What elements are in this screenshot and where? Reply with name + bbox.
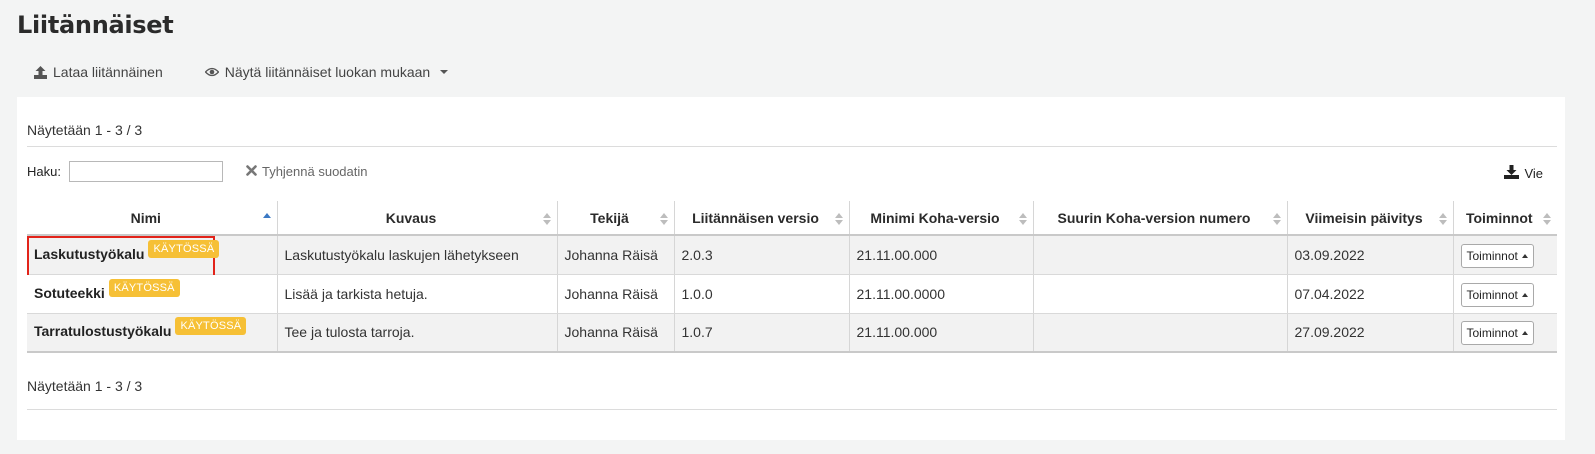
plugins-panel: Näytetään 1 - 3 / 3 Haku: Tyhjennä suoda… bbox=[17, 97, 1565, 440]
sort-icon bbox=[1438, 213, 1447, 225]
actions-dropdown-button[interactable]: Toiminnot bbox=[1460, 321, 1534, 346]
actions-label: Toiminnot bbox=[1466, 326, 1518, 341]
toolbar: Lataa liitännäinen Näytä liitännäiset lu… bbox=[26, 60, 456, 84]
status-badge: KÄYTÖSSÄ bbox=[148, 239, 220, 258]
caret-up-icon bbox=[1521, 292, 1528, 297]
sort-icon bbox=[1543, 213, 1551, 225]
max-koha-version bbox=[1032, 313, 1287, 353]
status-badge: KÄYTÖSSÄ bbox=[108, 278, 180, 297]
search-label: Haku: bbox=[27, 163, 61, 179]
close-icon bbox=[246, 164, 257, 179]
table-row: Laskutustyökalu KÄYTÖSSÄ Laskutustyökalu… bbox=[27, 235, 1557, 277]
actions-cell: Toiminnot bbox=[1452, 235, 1557, 275]
column-header-description[interactable]: Kuvaus bbox=[276, 201, 557, 236]
plugin-version: 1.0.7 bbox=[673, 313, 849, 353]
plugin-description: Lisää ja tarkista hetuja. bbox=[276, 274, 557, 314]
sort-icon bbox=[542, 213, 551, 225]
plugin-author: Johanna Räisä bbox=[556, 313, 674, 353]
actions-cell: Toiminnot bbox=[1452, 274, 1557, 314]
plugin-version: 1.0.0 bbox=[673, 274, 849, 314]
plugin-name-cell: Tarratulostustyökalu KÄYTÖSSÄ bbox=[27, 313, 277, 353]
plugin-description: Laskutustyökalu laskujen lähetykseen bbox=[276, 235, 557, 275]
table-header-row: Nimi Kuvaus Tekijä Liitännäisen versio M… bbox=[27, 201, 1557, 236]
min-koha-version: 21.11.00.0000 bbox=[848, 274, 1033, 314]
sort-ascending-icon bbox=[262, 213, 271, 225]
plugin-name-cell: Laskutustyökalu KÄYTÖSSÄ bbox=[27, 235, 277, 277]
table-info-top: Näytetään 1 - 3 / 3 bbox=[27, 122, 143, 138]
view-by-class-label: Näytä liitännäiset luokan mukaan bbox=[224, 64, 431, 80]
export-button[interactable]: Vie bbox=[1504, 165, 1543, 182]
clear-filter-button[interactable]: Tyhjennä suodatin bbox=[246, 164, 368, 179]
last-updated: 27.09.2022 bbox=[1286, 313, 1453, 353]
upload-plugin-button[interactable]: Lataa liitännäinen bbox=[26, 62, 171, 82]
sort-icon bbox=[1272, 213, 1281, 225]
chevron-down-icon bbox=[440, 70, 449, 74]
plugin-version: 2.0.3 bbox=[673, 235, 849, 275]
table-row: Tarratulostustyökalu KÄYTÖSSÄ Tee ja tul… bbox=[27, 313, 1557, 353]
min-koha-version: 21.11.00.000 bbox=[848, 313, 1033, 353]
caret-up-icon bbox=[1521, 331, 1528, 336]
sort-icon bbox=[834, 213, 843, 225]
actions-dropdown-button[interactable]: Toiminnot bbox=[1460, 243, 1534, 268]
export-label: Vie bbox=[1524, 166, 1543, 181]
divider bbox=[27, 146, 1557, 147]
column-header-max-koha-version[interactable]: Suurin Koha-version numero bbox=[1032, 201, 1287, 236]
divider bbox=[27, 409, 1557, 410]
download-icon bbox=[1504, 165, 1520, 182]
plugin-author: Johanna Räisä bbox=[556, 274, 674, 314]
column-header-last-updated[interactable]: Viimeisin päivitys bbox=[1286, 201, 1453, 236]
upload-icon bbox=[34, 65, 47, 79]
column-header-plugin-version[interactable]: Liitännäisen versio bbox=[673, 201, 849, 236]
actions-dropdown-button[interactable]: Toiminnot bbox=[1460, 282, 1534, 307]
column-header-author[interactable]: Tekijä bbox=[556, 201, 674, 236]
actions-cell: Toiminnot bbox=[1452, 313, 1557, 353]
plugins-page: Liitännäiset Lataa liitännäinen Näytä li… bbox=[0, 0, 1595, 454]
sort-icon bbox=[659, 213, 668, 225]
actions-label: Toiminnot bbox=[1466, 248, 1518, 263]
column-header-actions[interactable]: Toiminnot bbox=[1452, 201, 1557, 236]
last-updated: 03.09.2022 bbox=[1286, 235, 1453, 275]
column-header-min-koha-version[interactable]: Minimi Koha-versio bbox=[848, 201, 1033, 236]
plugin-name-cell: Sotuteekki KÄYTÖSSÄ bbox=[27, 274, 277, 314]
plugin-name: Tarratulostustyökalu bbox=[34, 323, 172, 340]
plugin-author: Johanna Räisä bbox=[556, 235, 674, 275]
sort-icon bbox=[1018, 213, 1027, 225]
max-koha-version bbox=[1032, 235, 1287, 275]
search-row: Haku: Tyhjennä suodatin bbox=[27, 160, 368, 182]
view-by-class-dropdown[interactable]: Näytä liitännäiset luokan mukaan bbox=[197, 62, 456, 82]
table-row: Sotuteekki KÄYTÖSSÄ Lisää ja tarkista he… bbox=[27, 274, 1557, 314]
plugin-description: Tee ja tulosta tarroja. bbox=[276, 313, 557, 353]
max-koha-version bbox=[1032, 274, 1287, 314]
table-info-bottom: Näytetään 1 - 3 / 3 bbox=[27, 378, 143, 394]
page-title: Liitännäiset bbox=[17, 11, 174, 39]
eye-icon bbox=[204, 67, 219, 77]
caret-up-icon bbox=[1521, 253, 1528, 258]
clear-filter-label: Tyhjennä suodatin bbox=[261, 163, 368, 179]
plugins-table: Nimi Kuvaus Tekijä Liitännäisen versio M… bbox=[27, 201, 1557, 353]
column-header-name[interactable]: Nimi bbox=[27, 201, 277, 236]
actions-label: Toiminnot bbox=[1466, 287, 1518, 302]
upload-plugin-label: Lataa liitännäinen bbox=[53, 64, 163, 80]
plugin-name: Sotuteekki bbox=[34, 284, 105, 301]
search-input[interactable] bbox=[68, 160, 223, 182]
min-koha-version: 21.11.00.000 bbox=[848, 235, 1033, 275]
last-updated: 07.04.2022 bbox=[1286, 274, 1453, 314]
status-badge: KÄYTÖSSÄ bbox=[175, 317, 247, 336]
plugin-name: Laskutustyökalu bbox=[34, 245, 145, 262]
